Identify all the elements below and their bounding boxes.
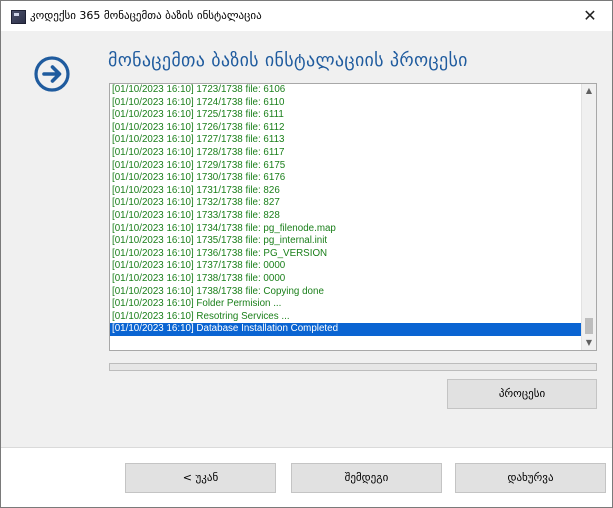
- scrollbar-thumb[interactable]: [585, 318, 593, 334]
- log-line[interactable]: [01/10/2023 16:10] 1733/1738 file: 828: [110, 210, 581, 223]
- log-line[interactable]: [01/10/2023 16:10] 1725/1738 file: 6111: [110, 109, 581, 122]
- next-button[interactable]: შემდეგი: [291, 463, 442, 493]
- progress-bar: [109, 363, 597, 371]
- log-line[interactable]: [01/10/2023 16:10] 1726/1738 file: 6112: [110, 122, 581, 135]
- log-line[interactable]: [01/10/2023 16:10] 1738/1738 file: 0000: [110, 273, 581, 286]
- log-line[interactable]: [01/10/2023 16:10] Folder Permision ...: [110, 298, 581, 311]
- log-line[interactable]: [01/10/2023 16:10] 1727/1738 file: 6113: [110, 134, 581, 147]
- log-line[interactable]: [01/10/2023 16:10] 1728/1738 file: 6117: [110, 147, 581, 160]
- arrow-right-circle-icon: [34, 56, 70, 92]
- install-log[interactable]: [01/10/2023 16:10] 1723/1738 file: 6106[…: [109, 83, 597, 351]
- log-line[interactable]: [01/10/2023 16:10] 1734/1738 file: pg_fi…: [110, 223, 581, 236]
- close-button[interactable]: დახურვა: [455, 463, 606, 493]
- app-icon: [11, 10, 26, 24]
- installer-window: კოდექსი 365 მონაცემთა ბაზის ინსტალაცია ✕…: [0, 0, 613, 508]
- log-line[interactable]: [01/10/2023 16:10] 1723/1738 file: 6106: [110, 84, 581, 97]
- back-button[interactable]: < უკან: [125, 463, 276, 493]
- page-title: მონაცემთა ბაზის ინსტალაციის პროცესი: [108, 50, 468, 71]
- log-line-selected[interactable]: [01/10/2023 16:10] Database Installation…: [110, 323, 581, 336]
- log-line[interactable]: [01/10/2023 16:10] 1729/1738 file: 6175: [110, 160, 581, 173]
- log-line[interactable]: [01/10/2023 16:10] 1736/1738 file: PG_VE…: [110, 248, 581, 261]
- log-line[interactable]: [01/10/2023 16:10] 1737/1738 file: 0000: [110, 260, 581, 273]
- chevron-down-icon[interactable]: ▼: [582, 336, 596, 350]
- log-line[interactable]: [01/10/2023 16:10] 1738/1738 file: Copyi…: [110, 286, 581, 299]
- chevron-up-icon[interactable]: ▲: [582, 84, 596, 98]
- log-line[interactable]: [01/10/2023 16:10] 1732/1738 file: 827: [110, 197, 581, 210]
- title-bar[interactable]: კოდექსი 365 მონაცემთა ბაზის ინსტალაცია ✕: [1, 1, 612, 31]
- window-title: კოდექსი 365 მონაცემთა ბაზის ინსტალაცია: [30, 9, 262, 22]
- log-line[interactable]: [01/10/2023 16:10] 1735/1738 file: pg_in…: [110, 235, 581, 248]
- log-line[interactable]: [01/10/2023 16:10] 1731/1738 file: 826: [110, 185, 581, 198]
- log-line[interactable]: [01/10/2023 16:10] 1730/1738 file: 6176: [110, 172, 581, 185]
- log-line[interactable]: [01/10/2023 16:10] Resotring Services ..…: [110, 311, 581, 324]
- log-list: [01/10/2023 16:10] 1723/1738 file: 6106[…: [110, 84, 581, 336]
- footer-divider: [1, 447, 612, 448]
- process-button[interactable]: პროცესი: [447, 379, 597, 409]
- log-scrollbar[interactable]: ▲ ▼: [581, 84, 596, 350]
- close-icon[interactable]: ✕: [570, 1, 610, 31]
- log-line[interactable]: [01/10/2023 16:10] 1724/1738 file: 6110: [110, 97, 581, 110]
